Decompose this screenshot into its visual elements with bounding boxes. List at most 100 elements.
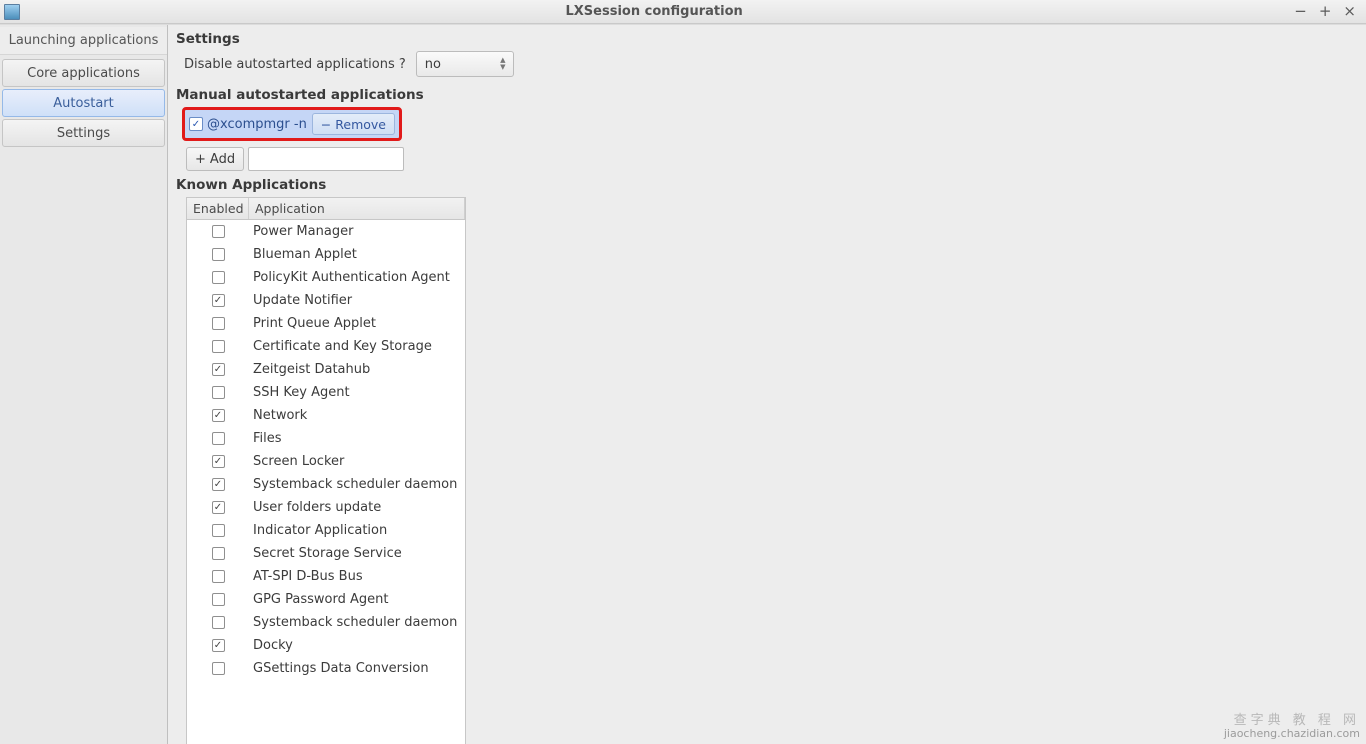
add-button-label: Add xyxy=(210,152,235,167)
sidebar-item-label: Settings xyxy=(57,126,110,141)
table-body: Power Manager Blueman Applet PolicyKit Aut… xyxy=(187,220,465,744)
enabled-checkbox[interactable] xyxy=(212,317,225,330)
enabled-checkbox[interactable] xyxy=(212,478,225,491)
cell-application: AT-SPI D-Bus Bus xyxy=(249,569,465,584)
watermark-line2: jiaocheng.chazidian.com xyxy=(1224,727,1360,740)
cell-application: Certificate and Key Storage xyxy=(249,339,465,354)
cell-application: GSettings Data Conversion xyxy=(249,661,465,676)
cell-enabled xyxy=(187,248,249,261)
cell-application: Systemback scheduler daemon xyxy=(249,615,465,630)
disable-autostart-row: Disable autostarted applications ? no ▲▼ xyxy=(184,51,1348,77)
cell-application: Indicator Application xyxy=(249,523,465,538)
table-row: Files xyxy=(187,427,465,450)
disable-autostart-combo[interactable]: no ▲▼ xyxy=(416,51,514,77)
minus-icon: − xyxy=(321,117,331,132)
sidebar: Launching applications Core applications… xyxy=(0,25,168,744)
cell-application: Print Queue Applet xyxy=(249,316,465,331)
cell-enabled xyxy=(187,616,249,629)
enabled-checkbox[interactable] xyxy=(212,524,225,537)
table-row: AT-SPI D-Bus Bus xyxy=(187,565,465,588)
add-entry-input[interactable] xyxy=(248,147,404,171)
window-controls: − + × xyxy=(1284,4,1366,19)
enabled-checkbox[interactable] xyxy=(212,639,225,652)
enabled-checkbox[interactable] xyxy=(212,547,225,560)
cell-application: Zeitgeist Datahub xyxy=(249,362,465,377)
tab-core-applications[interactable]: Core applications xyxy=(2,59,165,87)
enabled-checkbox[interactable] xyxy=(212,593,225,606)
table-row: User folders update xyxy=(187,496,465,519)
column-header-enabled[interactable]: Enabled xyxy=(187,198,249,219)
enabled-checkbox[interactable] xyxy=(212,225,225,238)
sidebar-item-label: Launching applications xyxy=(9,33,159,48)
manual-entry-checkbox[interactable]: ✓ xyxy=(189,117,203,131)
cell-application: Secret Storage Service xyxy=(249,546,465,561)
cell-application: User folders update xyxy=(249,500,465,515)
table-row: Screen Locker xyxy=(187,450,465,473)
sidebar-item-label: Autostart xyxy=(53,96,113,111)
table-row: Zeitgeist Datahub xyxy=(187,358,465,381)
known-apps-table: Enabled Application Power Manager Blueman… xyxy=(186,197,466,744)
remove-button[interactable]: − Remove xyxy=(312,113,395,135)
cell-application: SSH Key Agent xyxy=(249,385,465,400)
cell-enabled xyxy=(187,639,249,652)
cell-enabled xyxy=(187,225,249,238)
client-area: Launching applications Core applications… xyxy=(0,24,1366,744)
enabled-checkbox[interactable] xyxy=(212,271,225,284)
enabled-checkbox[interactable] xyxy=(212,294,225,307)
cell-enabled xyxy=(187,386,249,399)
close-icon[interactable]: × xyxy=(1343,4,1356,19)
minimize-icon[interactable]: − xyxy=(1294,4,1307,19)
cell-enabled xyxy=(187,340,249,353)
cell-enabled xyxy=(187,570,249,583)
manual-entry-label: @xcompmgr -n xyxy=(207,117,308,132)
enabled-checkbox[interactable] xyxy=(212,363,225,376)
table-row: Update Notifier xyxy=(187,289,465,312)
maximize-icon[interactable]: + xyxy=(1319,4,1332,19)
table-row: Systemback scheduler daemon xyxy=(187,473,465,496)
cell-enabled xyxy=(187,271,249,284)
enabled-checkbox[interactable] xyxy=(212,570,225,583)
tab-launching-applications[interactable]: Launching applications xyxy=(0,27,167,55)
manual-heading: Manual autostarted applications xyxy=(176,87,1356,103)
cell-application: Docky xyxy=(249,638,465,653)
cell-enabled xyxy=(187,317,249,330)
tab-autostart[interactable]: Autostart xyxy=(2,89,165,117)
titlebar: LXSession configuration − + × xyxy=(0,0,1366,24)
cell-enabled xyxy=(187,501,249,514)
cell-application: PolicyKit Authentication Agent xyxy=(249,270,465,285)
enabled-checkbox[interactable] xyxy=(212,248,225,261)
add-button[interactable]: + Add xyxy=(186,147,244,171)
app-icon xyxy=(4,4,20,20)
cell-application: Power Manager xyxy=(249,224,465,239)
plus-icon: + xyxy=(195,152,206,167)
cell-enabled xyxy=(187,455,249,468)
cell-application: Files xyxy=(249,431,465,446)
tab-settings[interactable]: Settings xyxy=(2,119,165,147)
enabled-checkbox[interactable] xyxy=(212,501,225,514)
table-row: Network xyxy=(187,404,465,427)
combo-value: no xyxy=(425,57,441,72)
enabled-checkbox[interactable] xyxy=(212,662,225,675)
cell-application: Network xyxy=(249,408,465,423)
enabled-checkbox[interactable] xyxy=(212,386,225,399)
cell-application: Screen Locker xyxy=(249,454,465,469)
enabled-checkbox[interactable] xyxy=(212,616,225,629)
cell-application: Systemback scheduler daemon xyxy=(249,477,465,492)
cell-application: GPG Password Agent xyxy=(249,592,465,607)
sidebar-item-label: Core applications xyxy=(27,66,140,81)
table-row: GSettings Data Conversion xyxy=(187,657,465,680)
table-row: Systemback scheduler daemon xyxy=(187,611,465,634)
table-header: Enabled Application xyxy=(187,198,465,220)
column-header-application[interactable]: Application xyxy=(249,198,465,219)
table-row: Indicator Application xyxy=(187,519,465,542)
enabled-checkbox[interactable] xyxy=(212,455,225,468)
cell-enabled xyxy=(187,294,249,307)
cell-enabled xyxy=(187,524,249,537)
table-row: Certificate and Key Storage xyxy=(187,335,465,358)
enabled-checkbox[interactable] xyxy=(212,340,225,353)
watermark-line1: 查字典 教 程 网 xyxy=(1224,714,1360,727)
cell-application: Blueman Applet xyxy=(249,247,465,262)
enabled-checkbox[interactable] xyxy=(212,432,225,445)
cell-application: Update Notifier xyxy=(249,293,465,308)
enabled-checkbox[interactable] xyxy=(212,409,225,422)
